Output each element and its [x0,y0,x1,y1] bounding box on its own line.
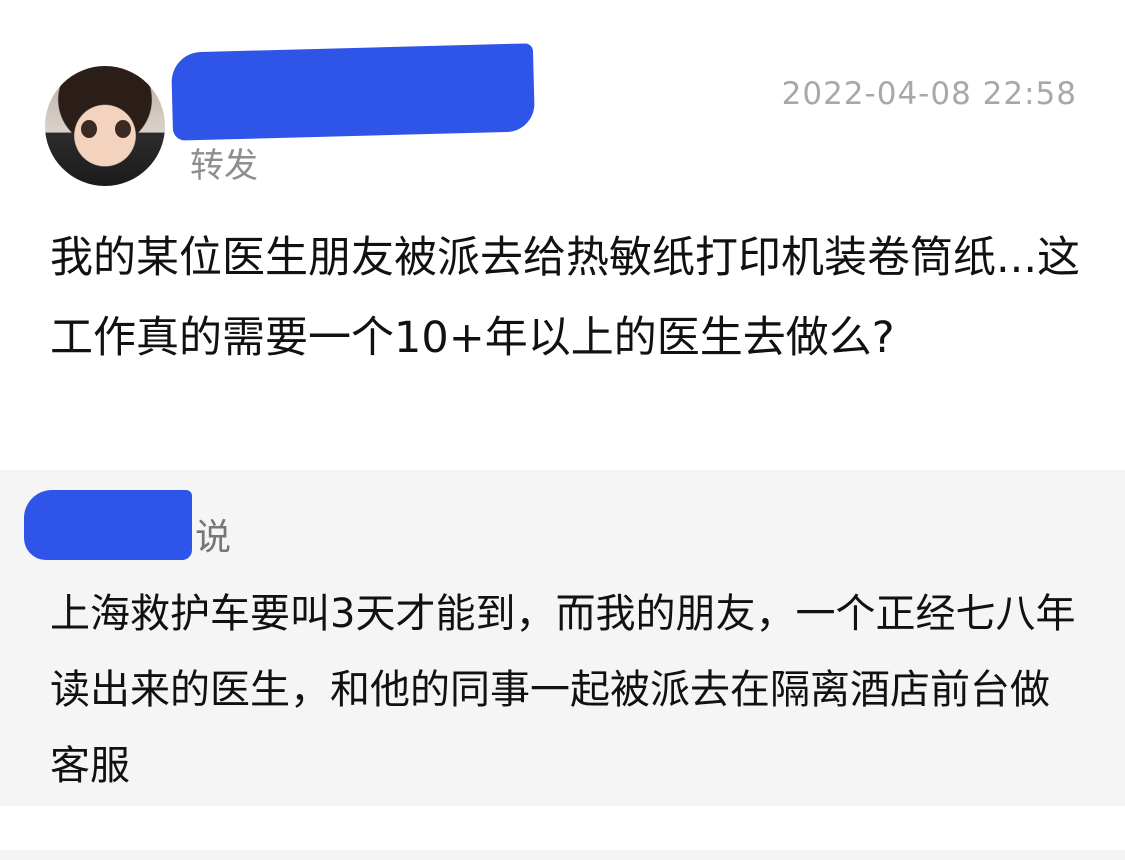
quoted-content: 上海救护车要叫3天才能到，而我的朋友，一个正经七八年读出来的医生，和他的同事一起… [50,591,1076,789]
said-label: 说 [195,517,232,558]
repost-label: 转发 [190,146,258,186]
quoted-post[interactable]: 说 上海救护车要叫3天才能到，而我的朋友，一个正经七八年读出来的医生，和他的同事… [0,470,1125,806]
repost-card: 转发 2022-04-08 22:58 我的某位医生朋友被派去给热敏纸打印机装卷… [0,0,1125,470]
spacer [0,806,1125,850]
user-avatar[interactable] [45,66,165,186]
post-timestamp: 2022-04-08 22:58 [781,76,1077,112]
redacted-username[interactable] [170,43,536,141]
bottom-divider [0,850,1125,860]
post-content: 我的某位医生朋友被派去给热敏纸打印机装卷筒纸...这工作真的需要一个10+年以上… [50,233,1081,363]
redacted-quoted-username[interactable] [24,490,192,560]
